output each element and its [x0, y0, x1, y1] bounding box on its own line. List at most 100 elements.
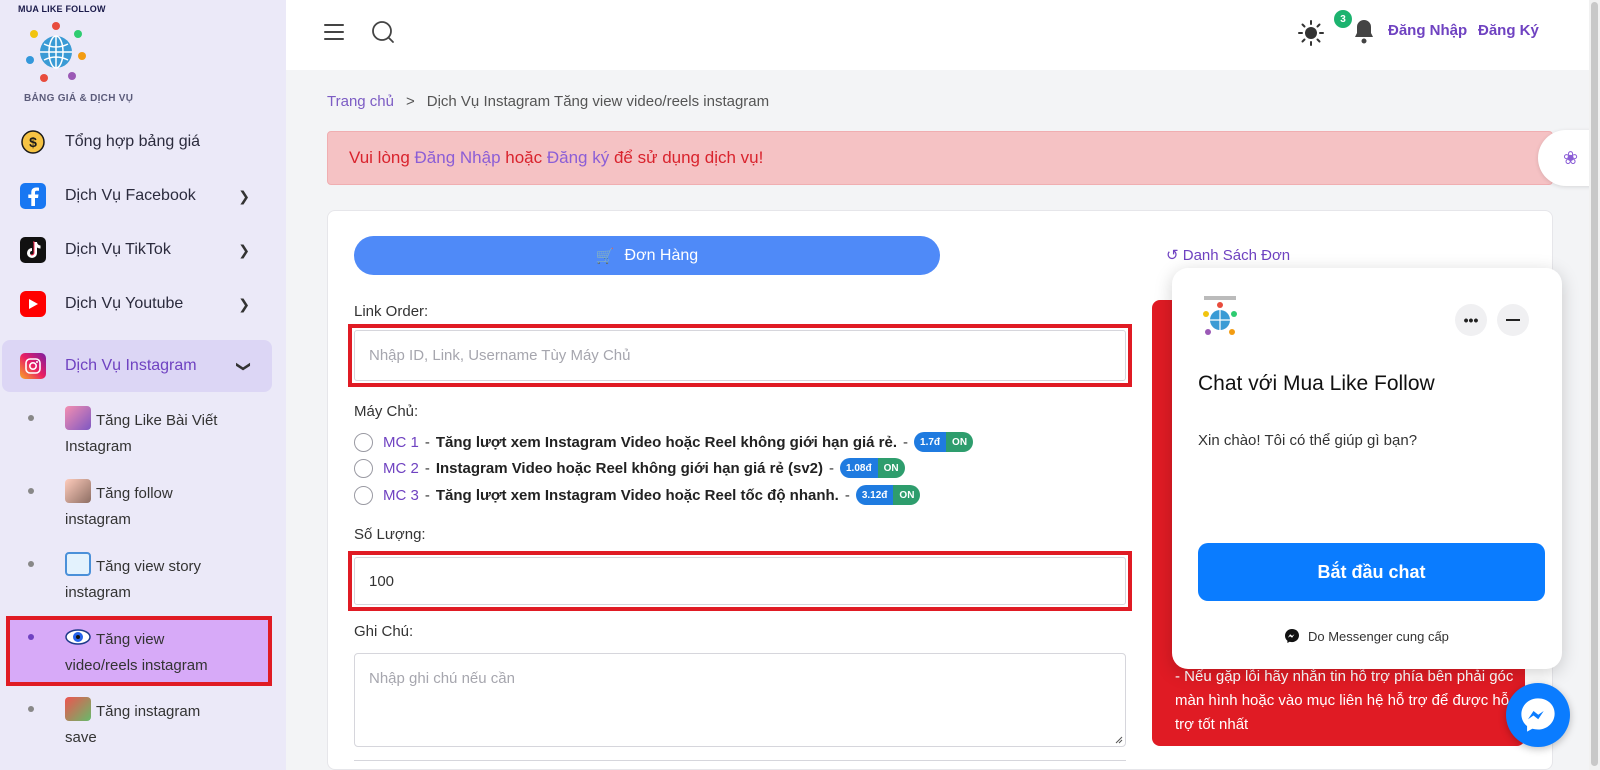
quantity-input[interactable]: 100: [354, 557, 1126, 605]
alert-text: để sử dụng dịch vụ!: [609, 148, 764, 167]
start-chat-button[interactable]: Bắt đầu chat: [1198, 543, 1545, 601]
followers-icon: [65, 479, 91, 503]
sidebar-item-tiktok[interactable]: Dịch Vụ TikTok ❯: [0, 224, 272, 276]
like-post-icon: [65, 406, 91, 430]
divider: [354, 760, 1126, 761]
chat-brand-logo-icon: [1203, 296, 1237, 335]
server-label: Máy Chủ:: [354, 403, 419, 420]
youtube-icon: [20, 291, 46, 317]
top-header: 3 Đăng Nhập Đăng Ký: [286, 0, 1600, 70]
tab-list-label: Danh Sách Đơn: [1182, 247, 1291, 264]
tab-order-label: Đơn Hàng: [624, 246, 699, 264]
notification-badge: 3: [1334, 10, 1352, 28]
chevron-right-icon: ❯: [238, 295, 250, 312]
sidebar-subitem-label-2: save: [65, 729, 97, 746]
separator-dash: -: [829, 459, 834, 477]
server-code: MC 2: [383, 459, 419, 477]
sidebar-item-label: Dịch Vụ Instagram: [65, 357, 197, 374]
login-required-alert: Vui lòng Đăng Nhập hoặc Đăng ký để sử dụ…: [327, 131, 1553, 185]
instagram-icon: [20, 353, 46, 379]
sidebar-subitem-follow[interactable]: Tăng follow instagram: [24, 479, 264, 533]
facebook-icon: [20, 183, 46, 209]
sidebar-subitem-save[interactable]: Tăng instagram save: [24, 697, 264, 751]
breadcrumb: Trang chủ > Dịch Vụ Instagram Tăng view vi…: [327, 93, 769, 110]
separator-dash: -: [424, 486, 430, 504]
story-view-icon: [65, 552, 91, 576]
chat-footer-text: Do Messenger cung cấp: [1308, 628, 1449, 644]
theme-toggle-sun-icon[interactable]: [1298, 20, 1324, 46]
status-on: ON: [946, 432, 974, 452]
sidebar-item-youtube[interactable]: Dịch Vụ Youtube ❯: [0, 278, 272, 330]
breadcrumb-home-link[interactable]: Trang chủ: [327, 93, 394, 110]
sidebar-item-label: Dịch Vụ Youtube: [65, 295, 184, 312]
history-icon: ↺: [1166, 247, 1179, 264]
separator-dash: -: [844, 486, 850, 504]
sidebar-subitem-label: Tăng view story: [96, 558, 202, 575]
hamburger-menu-icon[interactable]: [324, 24, 344, 40]
separator-dash: -: [424, 459, 430, 477]
login-link[interactable]: Đăng Nhập: [1388, 22, 1467, 39]
sidebar-section-label: BẢNG GIÁ & DỊCH VỤ: [24, 93, 134, 104]
chat-greeting: Xin chào! Tôi có thể giúp gì bạn?: [1198, 432, 1418, 449]
messenger-fab-icon: [1521, 698, 1555, 732]
svg-text:$: $: [29, 134, 37, 150]
sidebar-item-label: Tổng hợp bảng giá: [65, 133, 201, 150]
sidebar-subitem-label-2: instagram: [65, 584, 131, 601]
server-radio[interactable]: [354, 485, 373, 505]
register-link[interactable]: Đăng Ký: [1478, 22, 1539, 39]
page-scrollbar[interactable]: [1589, 0, 1600, 770]
sidebar-subitem-like[interactable]: Tăng Like Bài Viết Instagram: [24, 406, 264, 460]
server-radio[interactable]: [354, 432, 373, 452]
brand-logo-icon[interactable]: [24, 20, 88, 84]
price-badge: 3.12đ ON: [855, 485, 921, 505]
sidebar-subitem-story[interactable]: Tăng view story instagram: [24, 552, 264, 606]
sidebar-item-pricing[interactable]: $ Tổng hợp bảng giá: [0, 116, 272, 168]
sidebar-subitem-label: Tăng Like Bài Viết: [96, 412, 218, 429]
alert-register-link[interactable]: Đăng ký: [547, 148, 609, 167]
messenger-floating-button[interactable]: [1506, 683, 1570, 747]
server-option-3[interactable]: MC 3- Tăng lượt xem Instagram Video hoặc…: [354, 484, 921, 506]
tab-order[interactable]: 🛒 Đơn Hàng: [354, 236, 940, 275]
sidebar-subitem-video-views[interactable]: Tăng view video/reels instagram: [24, 625, 264, 679]
separator-dash: -: [424, 433, 430, 451]
search-icon[interactable]: [371, 20, 395, 44]
separator-dash: -: [903, 433, 909, 451]
messenger-icon: [1285, 629, 1299, 643]
server-option-2[interactable]: MC 2- Instagram Video hoặc Reel không gi…: [354, 457, 905, 479]
server-code: MC 3: [383, 486, 419, 504]
breadcrumb-separator: >: [405, 93, 415, 110]
scrollbar-thumb[interactable]: [1591, 2, 1598, 766]
notification-bell-icon[interactable]: [1352, 18, 1376, 44]
sidebar-subitem-label: Tăng view: [96, 631, 165, 648]
chat-minimize-button[interactable]: [1497, 304, 1529, 336]
price-value: 1.7đ: [914, 432, 947, 452]
chevron-down-icon: ❯: [236, 360, 253, 372]
server-option-1[interactable]: MC 1- Tăng lượt xem Instagram Video hoặc…: [354, 431, 974, 453]
sidebar-subitem-label: Tăng instagram: [96, 703, 201, 720]
sidebar-item-label: Dịch Vụ Facebook: [65, 187, 196, 204]
tab-order-list[interactable]: ↺ Danh Sách Đơn: [1166, 246, 1290, 264]
minimize-icon: [1506, 319, 1520, 321]
eye-icon: [65, 625, 91, 649]
chat-more-options-button[interactable]: •••: [1455, 304, 1487, 336]
save-icon: [65, 697, 91, 721]
sidebar-item-instagram[interactable]: Dịch Vụ Instagram ❯: [2, 340, 272, 392]
chevron-right-icon: ❯: [238, 187, 250, 204]
alert-text: hoặc: [500, 148, 547, 167]
sidebar-item-facebook[interactable]: Dịch Vụ Facebook ❯: [0, 170, 272, 222]
server-radio[interactable]: [354, 458, 373, 478]
bullet-dot: [28, 488, 34, 494]
link-order-input[interactable]: Nhập ID, Link, Username Tùy Máy Chủ: [354, 330, 1126, 381]
server-name: Tăng lượt xem Instagram Video hoặc Reel …: [435, 433, 898, 451]
alert-login-link[interactable]: Đăng Nhập: [415, 148, 501, 167]
server-code: MC 1: [383, 433, 419, 451]
bullet-dot: [28, 561, 34, 567]
basket-icon: 🛒: [595, 247, 615, 265]
sidebar-item-label: Dịch Vụ TikTok: [65, 241, 171, 258]
resize-grip-icon[interactable]: [1113, 734, 1123, 744]
quantity-label: Số Lượng:: [354, 526, 426, 543]
note-label: Ghi Chú:: [354, 623, 414, 640]
link-order-label: Link Order:: [354, 303, 429, 320]
sidebar-subitem-label-2: Instagram: [65, 438, 132, 455]
note-textarea[interactable]: Nhập ghi chú nếu cần: [354, 653, 1126, 747]
